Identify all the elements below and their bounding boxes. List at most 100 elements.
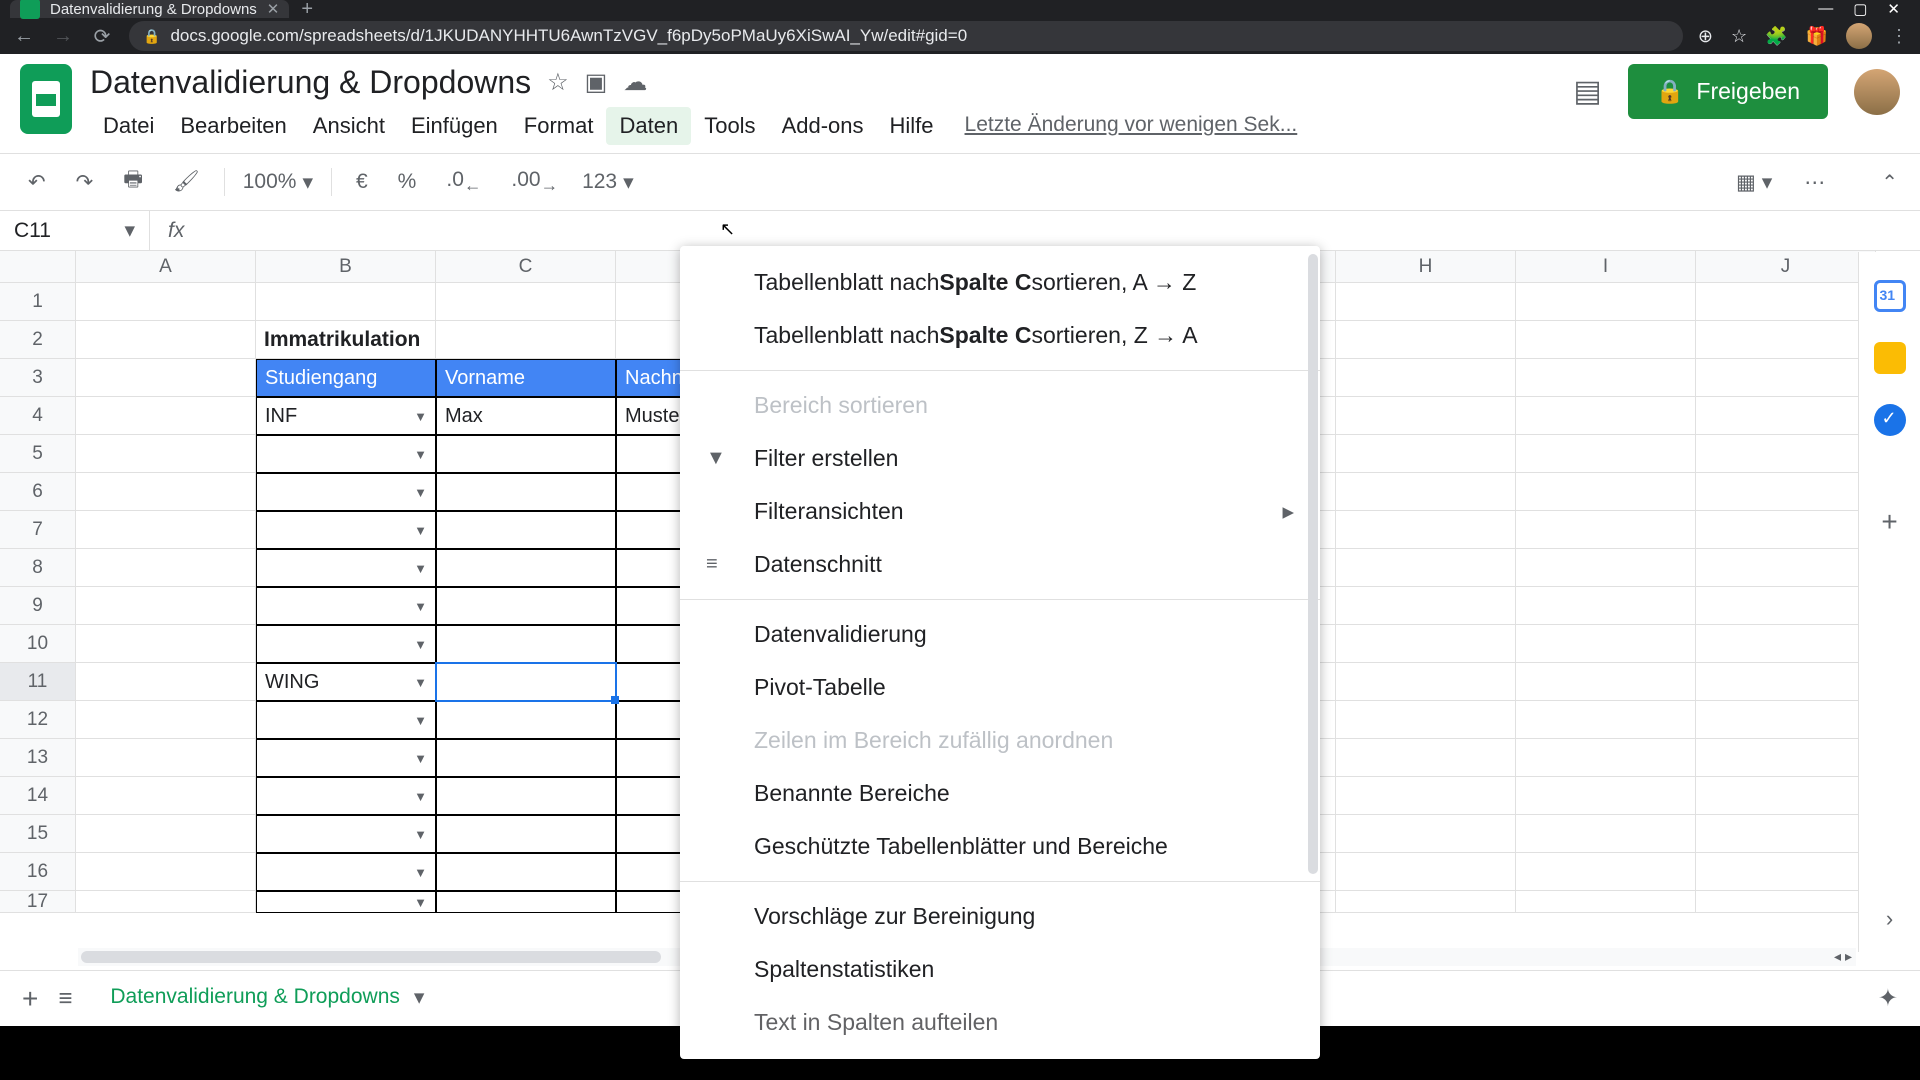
selection-handle[interactable] (611, 696, 619, 704)
cell[interactable] (436, 283, 616, 321)
menu-column-stats[interactable]: Spaltenstatistiken (680, 943, 1320, 996)
cell-dropdown[interactable]: ▼ (256, 587, 436, 625)
row-header[interactable]: 13 (0, 739, 76, 777)
profile-avatar-icon[interactable] (1846, 23, 1872, 49)
row-header[interactable]: 12 (0, 701, 76, 739)
cell[interactable] (1336, 283, 1516, 321)
menu-protected-sheets[interactable]: Geschützte Tabellenblätter und Bereiche (680, 820, 1320, 873)
cell[interactable] (436, 891, 616, 913)
cell[interactable] (436, 815, 616, 853)
cell-table-title[interactable]: Immatrikulation (256, 321, 436, 359)
share-button[interactable]: 🔒 Freigeben (1628, 64, 1828, 119)
cell[interactable] (1516, 587, 1696, 625)
cell[interactable] (1336, 473, 1516, 511)
percent-button[interactable]: % (392, 165, 423, 199)
cell[interactable] (436, 435, 616, 473)
row-header[interactable]: 15 (0, 815, 76, 853)
cell-dropdown[interactable]: ▼ (256, 701, 436, 739)
menu-help[interactable]: Hilfe (877, 107, 947, 145)
cell[interactable] (76, 815, 256, 853)
menu-data[interactable]: Daten (606, 107, 691, 145)
forward-icon[interactable]: → (51, 25, 75, 48)
cell[interactable] (1336, 815, 1516, 853)
dropdown-arrow-icon[interactable]: ▼ (414, 675, 427, 690)
extensions-icon[interactable]: 🧩 (1765, 26, 1787, 47)
cell[interactable] (1516, 321, 1696, 359)
cell[interactable] (1336, 549, 1516, 587)
close-window-icon[interactable]: ✕ (1887, 0, 1900, 18)
dropdown-arrow-icon[interactable]: ▼ (414, 561, 427, 576)
print-icon[interactable]: 🖶 (117, 160, 149, 205)
row-header[interactable]: 5 (0, 435, 76, 473)
col-header[interactable]: H (1336, 251, 1516, 283)
cell[interactable] (1516, 625, 1696, 663)
dropdown-arrow-icon[interactable]: ▼ (414, 637, 427, 652)
currency-button[interactable]: € (350, 165, 374, 199)
cell[interactable] (1336, 435, 1516, 473)
col-header[interactable]: B (256, 251, 436, 283)
cell-dropdown[interactable]: INF▼ (256, 397, 436, 435)
cell[interactable] (436, 321, 616, 359)
cell[interactable] (1516, 815, 1696, 853)
cell-dropdown[interactable]: ▼ (256, 549, 436, 587)
row-header[interactable]: 4 (0, 397, 76, 435)
menu-slicer[interactable]: ≡Datenschnitt (680, 538, 1320, 591)
menu-tools[interactable]: Tools (691, 107, 768, 145)
select-all-corner[interactable] (0, 251, 76, 283)
cell[interactable] (436, 511, 616, 549)
cell[interactable] (1516, 283, 1696, 321)
cell[interactable] (1696, 853, 1876, 891)
number-format-select[interactable]: 123 ▾ (582, 170, 634, 195)
keep-icon[interactable] (1874, 342, 1906, 374)
cell[interactable] (1336, 701, 1516, 739)
cell[interactable] (1336, 397, 1516, 435)
cell[interactable] (436, 777, 616, 815)
cell[interactable] (1696, 511, 1876, 549)
dropdown-arrow-icon[interactable]: ▼ (414, 409, 427, 424)
menu-sort-az[interactable]: Tabellenblatt nach Spalte C sortieren, A… (680, 256, 1320, 309)
cell[interactable] (76, 321, 256, 359)
cell[interactable] (76, 359, 256, 397)
reload-icon[interactable]: ⟳ (90, 24, 114, 49)
move-folder-icon[interactable]: ▣ (585, 68, 608, 97)
cell[interactable] (1516, 549, 1696, 587)
cell-selected[interactable] (436, 663, 616, 701)
cell[interactable] (1696, 435, 1876, 473)
cell[interactable] (1696, 283, 1876, 321)
cell[interactable] (1696, 473, 1876, 511)
calendar-icon[interactable] (1874, 280, 1906, 312)
dropdown-arrow-icon[interactable]: ▼ (414, 827, 427, 842)
row-header[interactable]: 17 (0, 891, 76, 913)
scroll-left-icon[interactable]: ◂ (1834, 948, 1841, 965)
cell[interactable] (1516, 473, 1696, 511)
all-sheets-icon[interactable]: ≡ (58, 985, 72, 1013)
dropdown-arrow-icon[interactable]: ▼ (414, 713, 427, 728)
row-header[interactable]: 7 (0, 511, 76, 549)
cell[interactable] (436, 587, 616, 625)
row-header[interactable]: 16 (0, 853, 76, 891)
row-header[interactable]: 9 (0, 587, 76, 625)
maximize-icon[interactable]: ▢ (1853, 0, 1867, 18)
menu-named-ranges[interactable]: Benannte Bereiche (680, 767, 1320, 820)
table-header[interactable]: Studiengang (256, 359, 436, 397)
cell[interactable] (76, 511, 256, 549)
cell[interactable] (76, 587, 256, 625)
cell[interactable] (76, 625, 256, 663)
cell[interactable] (1336, 739, 1516, 777)
cloud-status-icon[interactable]: ☁ (623, 68, 647, 97)
cell[interactable] (1516, 891, 1696, 913)
cell[interactable] (1696, 777, 1876, 815)
dropdown-arrow-icon[interactable]: ▼ (414, 485, 427, 500)
cell[interactable] (1336, 511, 1516, 549)
url-field[interactable]: 🔒 docs.google.com/spreadsheets/d/1JKUDAN… (129, 21, 1683, 51)
add-addon-icon[interactable]: + (1881, 506, 1897, 538)
menu-filter-views[interactable]: Filteransichten▸ (680, 485, 1320, 538)
cell[interactable] (76, 473, 256, 511)
cell[interactable]: Max (436, 397, 616, 435)
cell[interactable] (436, 739, 616, 777)
increase-decimal-button[interactable]: .00→ (505, 163, 564, 201)
menu-data-validation[interactable]: Datenvalidierung (680, 608, 1320, 661)
cell-dropdown[interactable]: ▼ (256, 815, 436, 853)
decrease-decimal-button[interactable]: .0← (440, 163, 487, 201)
cell[interactable] (1336, 891, 1516, 913)
